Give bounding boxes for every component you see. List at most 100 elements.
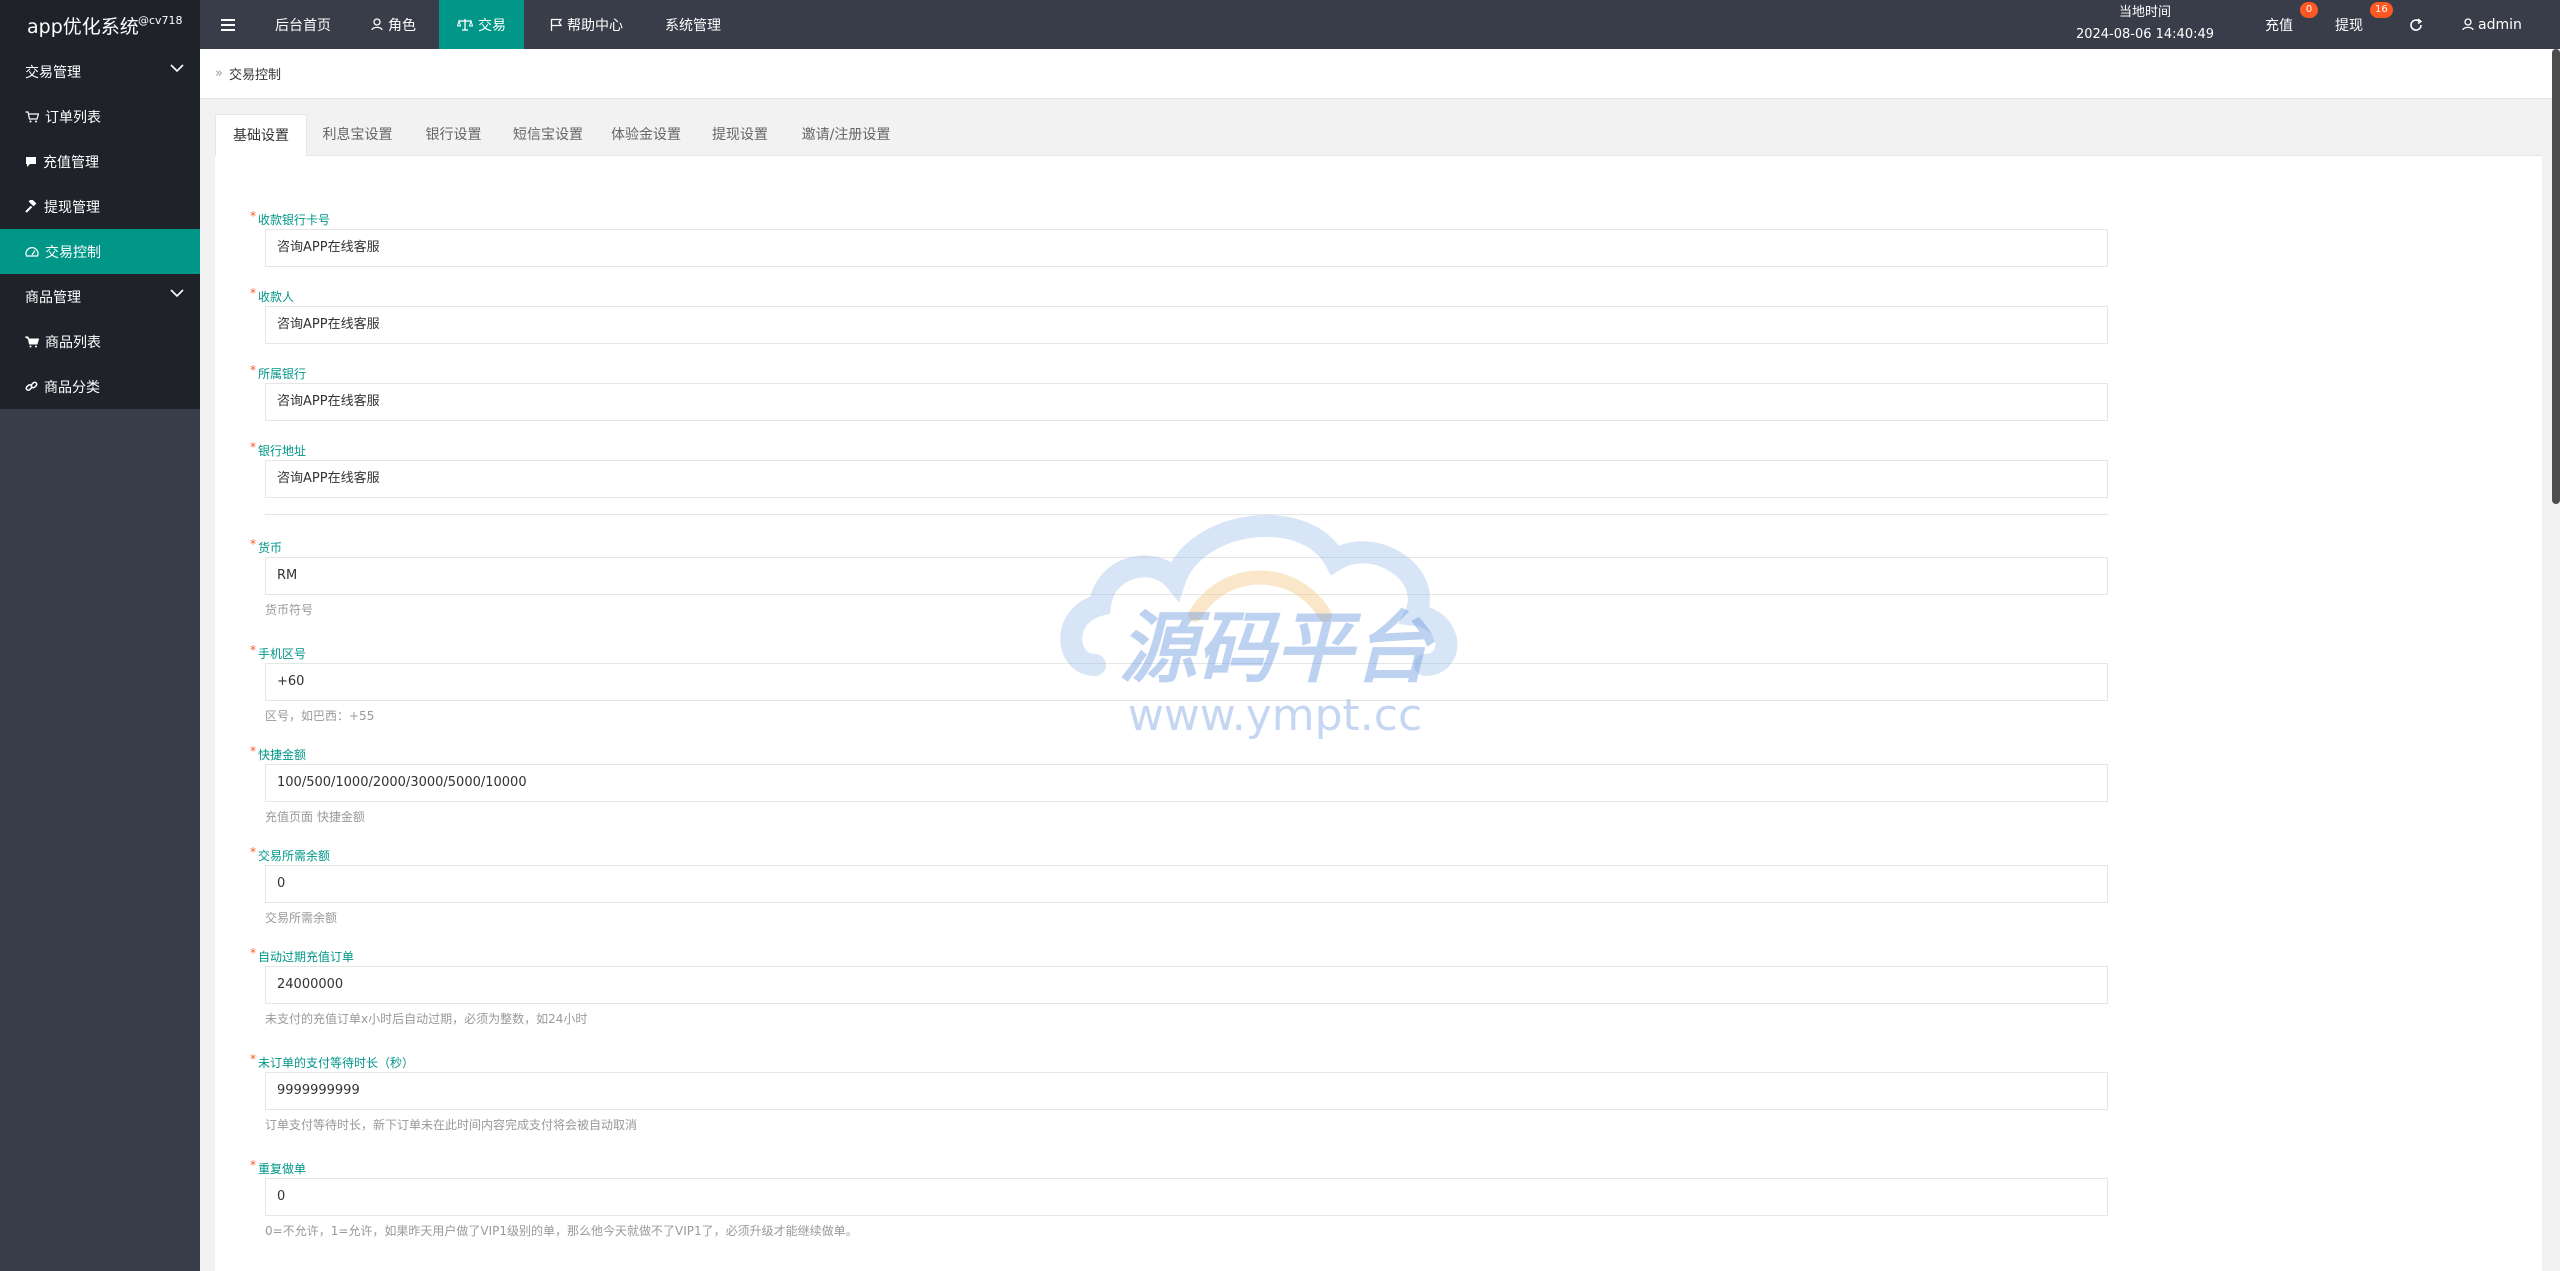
breadcrumb: » 交易控制	[200, 49, 2560, 99]
scrollbar[interactable]	[2552, 49, 2560, 504]
tab-sms[interactable]: 短信宝设置	[499, 114, 597, 156]
bank-card-input[interactable]: 咨询APP在线客服	[265, 229, 2108, 267]
recharge-badge: 0	[2300, 2, 2318, 18]
user-name: admin	[2478, 16, 2522, 33]
auto-expire-input[interactable]: 24000000	[265, 966, 2108, 1004]
payee-input[interactable]: 咨询APP在线客服	[265, 306, 2108, 344]
link-icon	[25, 381, 38, 391]
user-icon	[2462, 18, 2474, 31]
sidebar-item-label: 商品分类	[44, 379, 100, 396]
withdraw-label: 提现	[2335, 17, 2363, 34]
nav-roles-label: 角色	[388, 17, 416, 34]
field-help: 充值页面 快捷金额	[265, 810, 365, 824]
nav-trade-label: 交易	[478, 17, 506, 34]
nav-system-label: 系统管理	[665, 17, 721, 34]
main-content: » 交易控制 基础设置 利息宝设置 银行设置 短信宝设置 体验金设置 提现设置 …	[200, 49, 2560, 1271]
field-help: 交易所需余额	[265, 911, 338, 925]
tab-withdraw[interactable]: 提现设置	[695, 114, 785, 156]
sidebar-item-goods-category[interactable]: 商品分类	[0, 364, 200, 409]
field-help: 区号，如巴西：+55	[265, 709, 375, 723]
cart-icon	[25, 336, 39, 347]
nav-trade[interactable]: 交易	[439, 0, 524, 49]
tab-interest[interactable]: 利息宝设置	[307, 114, 408, 156]
sidebar-group-label: 商品管理	[25, 289, 81, 306]
sidebar-item-withdraw[interactable]: 提现管理	[0, 184, 200, 229]
menu-toggle-button[interactable]	[210, 0, 246, 49]
breadcrumb-current[interactable]: 交易控制	[229, 64, 281, 83]
recharge-label: 充值	[2265, 17, 2293, 34]
repeat-order-input[interactable]: 0	[265, 1178, 2108, 1216]
sidebar: 交易管理 订单列表 充值管理 提现管理 交易控制 商品管理 商品列表 商品分类	[0, 49, 200, 1271]
field-label: * 银行地址	[250, 440, 307, 458]
field-label: * 收款人	[250, 286, 295, 304]
cart-icon	[25, 110, 39, 122]
nav-help[interactable]: 帮助中心	[532, 0, 641, 49]
field-help: 货币符号	[265, 603, 314, 617]
app-version: @cv718	[138, 14, 183, 27]
nav-help-label: 帮助中心	[567, 17, 623, 34]
field-label: * 重复做单	[250, 1158, 307, 1176]
field-help: 订单支付等待时长，新下订单未在此时间内容完成支付将会被自动取消	[265, 1118, 638, 1132]
app-title: app优化系统	[27, 16, 139, 38]
sidebar-item-label: 充值管理	[43, 154, 99, 171]
sidebar-item-label: 商品列表	[45, 334, 101, 351]
local-time-value: 2024-08-06 14:40:49	[2075, 27, 2215, 42]
bank-address-input[interactable]: 咨询APP在线客服	[265, 460, 2108, 498]
field-label: * 快捷金额	[250, 744, 307, 762]
withdraw-badge: 16	[2370, 2, 2393, 18]
hamburger-icon	[221, 18, 235, 31]
nav-home-label: 后台首页	[275, 17, 331, 34]
nav-system[interactable]: 系统管理	[647, 0, 739, 49]
tab-bank[interactable]: 银行设置	[408, 114, 499, 156]
logo: app优化系统 @cv718	[0, 0, 200, 49]
dashboard-icon	[25, 246, 39, 257]
field-label: * 收款银行卡号	[250, 209, 331, 227]
chat-icon	[26, 156, 36, 167]
tab-invite[interactable]: 邀请/注册设置	[785, 114, 907, 156]
nav-roles[interactable]: 角色	[353, 0, 434, 49]
field-label: * 所属银行	[250, 363, 307, 381]
sidebar-item-goods-list[interactable]: 商品列表	[0, 319, 200, 364]
sidebar-group-label: 交易管理	[25, 64, 81, 81]
refresh-icon	[2410, 17, 2423, 31]
field-label: * 自动过期充值订单	[250, 946, 355, 964]
currency-input[interactable]: RM	[265, 557, 2108, 595]
user-icon	[371, 18, 383, 31]
form-divider	[265, 514, 2108, 515]
local-time: 当地时间 2024-08-06 14:40:49	[2075, 0, 2215, 49]
withdraw-button[interactable]: 提现	[2335, 0, 2363, 49]
settings-card: 基础设置 利息宝设置 银行设置 短信宝设置 体验金设置 提现设置 邀请/注册设置…	[215, 114, 2542, 1271]
sidebar-group-goods[interactable]: 商品管理	[0, 274, 200, 319]
tab-trial[interactable]: 体验金设置	[597, 114, 695, 156]
quick-amount-input[interactable]: 100/500/1000/2000/3000/5000/10000	[265, 764, 2108, 802]
refresh-button[interactable]	[2406, 0, 2426, 49]
top-header: app优化系统 @cv718 后台首页 角色 交易 帮助中心 系统管理 当地时间…	[0, 0, 2560, 49]
sidebar-item-label: 提现管理	[44, 199, 100, 216]
sidebar-item-recharge[interactable]: 充值管理	[0, 139, 200, 184]
flag-icon	[550, 18, 562, 31]
user-menu[interactable]: admin	[2462, 0, 2522, 49]
field-label: * 货币	[250, 537, 283, 555]
sidebar-item-orders[interactable]: 订单列表	[0, 94, 200, 139]
sidebar-item-label: 交易控制	[45, 244, 101, 261]
local-time-label: 当地时间	[2118, 5, 2171, 20]
gavel-icon	[25, 200, 37, 213]
sidebar-group-trade[interactable]: 交易管理	[0, 49, 200, 94]
chevron-down-icon	[170, 289, 184, 298]
payment-wait-input[interactable]: 9999999999	[265, 1072, 2108, 1110]
chevron-down-icon	[170, 64, 184, 73]
required-balance-input[interactable]: 0	[265, 865, 2108, 903]
nav-home[interactable]: 后台首页	[257, 0, 349, 49]
field-label: * 未订单的支付等待时长（秒）	[250, 1052, 415, 1070]
tab-basic[interactable]: 基础设置	[215, 114, 307, 157]
sidebar-item-label: 订单列表	[45, 109, 101, 126]
breadcrumb-separator: »	[215, 66, 223, 81]
field-label: * 手机区号	[250, 643, 307, 661]
sidebar-item-trade-control[interactable]: 交易控制	[0, 229, 200, 274]
scale-icon	[457, 19, 473, 31]
settings-tabs: 基础设置 利息宝设置 银行设置 短信宝设置 体验金设置 提现设置 邀请/注册设置	[215, 114, 2542, 157]
recharge-button[interactable]: 充值	[2265, 0, 2293, 49]
phone-code-input[interactable]: +60	[265, 663, 2108, 701]
field-help: 未支付的充值订单x小时后自动过期，必须为整数，如24小时	[265, 1012, 588, 1026]
bank-name-input[interactable]: 咨询APP在线客服	[265, 383, 2108, 421]
